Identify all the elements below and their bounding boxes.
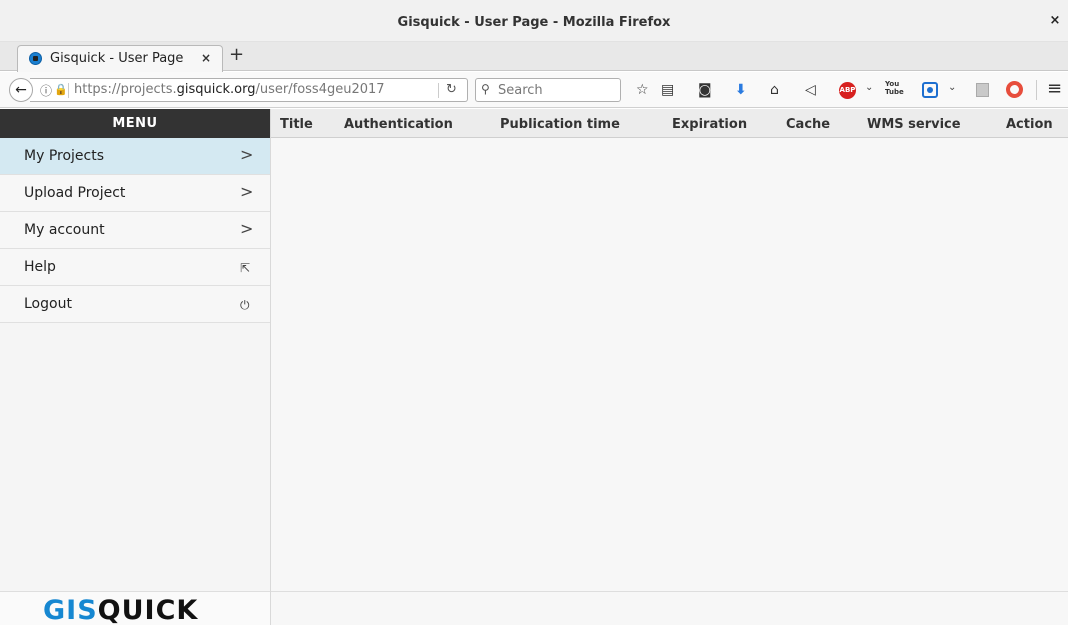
gisquick-logo: GISQUICK xyxy=(0,591,270,626)
column-header-action[interactable]: Action xyxy=(1006,117,1053,132)
logo-text-quick: QUICK xyxy=(97,595,199,626)
sidebar-item-logout[interactable]: Logout ⏻ xyxy=(0,286,270,323)
search-input[interactable]: ⚲ Search xyxy=(475,78,621,102)
projects-table: Title Authentication Publication time Ex… xyxy=(271,109,1068,625)
sidebar-item-label: My Projects xyxy=(24,148,105,164)
url-path: /user/foss4geu2017 xyxy=(255,82,385,97)
adblock-icon[interactable]: ABP xyxy=(839,82,856,99)
sidebar-item-label: My account xyxy=(24,222,105,238)
search-placeholder: Search xyxy=(498,83,543,98)
menu-header: MENU xyxy=(0,109,270,138)
reload-icon[interactable]: ↻ xyxy=(446,82,457,97)
extension-grey-icon[interactable] xyxy=(976,83,989,97)
chevron-right-icon: > xyxy=(240,182,254,201)
sidebar-item-help[interactable]: Help ⇱ xyxy=(0,249,270,286)
column-header-expiration[interactable]: Expiration xyxy=(672,117,747,132)
home-icon[interactable]: ⌂ xyxy=(770,81,779,99)
window-titlebar: Gisquick - User Page - Mozilla Firefox × xyxy=(0,0,1068,42)
lock-icon: 🔒 xyxy=(54,83,68,96)
footer-divider xyxy=(271,591,1068,592)
sidebar-item-label: Logout xyxy=(24,296,72,312)
navigation-toolbar: ⓘ 🔒 https://projects.gisquick.org/user/f… xyxy=(0,72,1068,108)
tab-strip: Gisquick - User Page × + xyxy=(0,42,1068,72)
sidebar-item-my-account[interactable]: My account > xyxy=(0,212,270,249)
column-header-authentication[interactable]: Authentication xyxy=(344,117,453,132)
url-separator xyxy=(68,83,69,98)
tab-label: Gisquick - User Page xyxy=(50,51,184,66)
url-domain: gisquick.org xyxy=(176,82,256,97)
url-prefix: https://projects. xyxy=(74,82,177,97)
extension-icon[interactable] xyxy=(922,82,938,98)
new-tab-button[interactable]: + xyxy=(229,44,244,66)
logo-text: GISQUICK xyxy=(43,595,198,626)
logo-text-gis: GIS xyxy=(43,595,98,626)
external-link-icon: ⇱ xyxy=(240,261,251,275)
bookmark-star-icon[interactable]: ☆ xyxy=(636,81,649,99)
youtube-icon[interactable]: You Tube xyxy=(885,80,904,98)
close-icon[interactable]: × xyxy=(1048,14,1062,28)
browser-tab[interactable]: Gisquick - User Page × xyxy=(17,45,223,72)
sidebar-item-label: Help xyxy=(24,259,56,275)
url-text[interactable]: https://projects.gisquick.org/user/foss4… xyxy=(74,82,385,97)
chevron-right-icon: > xyxy=(240,219,254,238)
bookmarks-library-icon[interactable]: ▤ xyxy=(661,81,674,99)
chevron-right-icon: > xyxy=(240,145,254,164)
url-bar[interactable]: ⓘ 🔒 https://projects.gisquick.org/user/f… xyxy=(30,78,468,102)
url-separator-2 xyxy=(438,83,439,98)
sidebar-item-upload-project[interactable]: Upload Project > xyxy=(0,175,270,212)
table-header: Title Authentication Publication time Ex… xyxy=(271,109,1068,138)
toolbar-separator xyxy=(1036,80,1037,100)
sidebar: MENU My Projects > Upload Project > My a… xyxy=(0,109,271,626)
sidebar-item-my-projects[interactable]: My Projects > xyxy=(0,138,270,175)
sidebar-item-label: Upload Project xyxy=(24,185,126,201)
column-header-wms-service[interactable]: WMS service xyxy=(867,117,961,132)
send-icon[interactable]: ◁ xyxy=(805,81,816,99)
column-header-title[interactable]: Title xyxy=(280,117,313,132)
pocket-icon[interactable]: ◙ xyxy=(698,81,712,99)
chevron-down-icon-2[interactable]: ⌄ xyxy=(948,82,956,93)
gisquick-favicon-icon xyxy=(29,52,42,65)
lifering-icon[interactable] xyxy=(1006,81,1023,98)
info-icon[interactable]: ⓘ xyxy=(40,82,52,99)
column-header-publication-time[interactable]: Publication time xyxy=(500,117,620,132)
search-icon: ⚲ xyxy=(481,82,490,96)
column-header-cache[interactable]: Cache xyxy=(786,117,830,132)
chevron-down-icon[interactable]: ⌄ xyxy=(865,82,873,93)
back-button[interactable]: ← xyxy=(9,78,33,102)
power-icon: ⏻ xyxy=(240,298,250,312)
tab-close-icon[interactable]: × xyxy=(201,51,211,65)
download-icon[interactable]: ⬇ xyxy=(735,81,747,99)
window-title: Gisquick - User Page - Mozilla Firefox xyxy=(397,15,671,30)
hamburger-menu-icon[interactable]: ≡ xyxy=(1047,78,1062,99)
